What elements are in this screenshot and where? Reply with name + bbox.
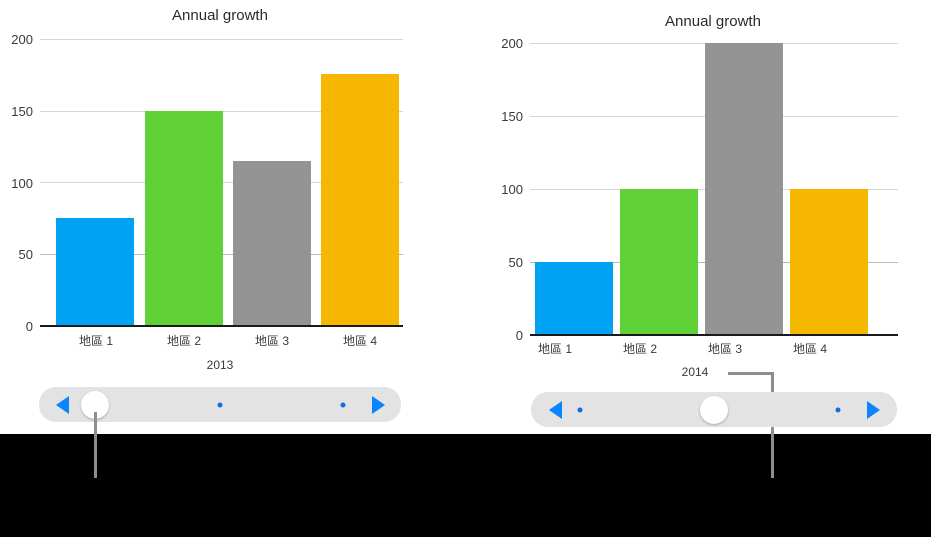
y-tick-label: 50	[508, 255, 523, 270]
lower-black-band	[0, 434, 931, 537]
x-axis-line-right	[530, 334, 898, 336]
chart-panel-2014: Annual growth 200 150 100 50 0 地區 1 地區 2…	[480, 0, 931, 478]
series-label-2013: 2013	[206, 358, 234, 372]
x-axis-label-region-3: 地區 3	[254, 334, 289, 348]
next-arrow-icon[interactable]	[372, 395, 385, 414]
y-tick-label: 150	[11, 104, 33, 119]
slider-step-dot[interactable]	[340, 402, 346, 407]
bar-region-2[interactable]	[145, 110, 223, 326]
series-slider-right[interactable]	[531, 392, 897, 427]
bar-region-4[interactable]	[321, 73, 399, 326]
x-axis-label-region-1: 地區 1	[78, 334, 113, 348]
x-axis-label-region-2: 地區 2	[166, 334, 201, 348]
previous-arrow-icon[interactable]	[549, 400, 562, 419]
x-axis-line-left	[40, 325, 403, 327]
y-tick-label: 100	[501, 182, 523, 197]
slider-step-dot[interactable]	[577, 407, 583, 412]
y-tick-label: 200	[11, 32, 33, 47]
callout-line-right-horizontal	[728, 372, 774, 375]
chart-title-right: Annual growth	[665, 13, 761, 30]
previous-arrow-icon[interactable]	[56, 395, 69, 414]
plot-area-left	[48, 39, 403, 326]
bar-region-3[interactable]	[233, 161, 311, 326]
y-tick-label: 50	[18, 247, 33, 262]
x-axis-label-region-4: 地區 4	[792, 342, 827, 356]
bar-region-1[interactable]	[56, 218, 134, 326]
series-label-2014: 2014	[681, 365, 709, 379]
bar-region-2[interactable]	[620, 189, 698, 335]
slider-step-dot[interactable]	[217, 402, 223, 407]
bar-region-1[interactable]	[535, 262, 613, 335]
x-axis-label-region-4: 地區 4	[342, 334, 377, 348]
callout-line-left-lower	[94, 434, 97, 478]
y-tick-label: 100	[11, 176, 33, 191]
screenshot-stage: Annual growth 200 150 100 50 0 地區 1 地區 2…	[0, 0, 931, 537]
callout-line-right-lower	[771, 434, 774, 478]
next-arrow-icon[interactable]	[867, 400, 880, 419]
bar-region-3[interactable]	[705, 43, 783, 335]
y-tick-label: 150	[501, 109, 523, 124]
slider-step-dot[interactable]	[835, 407, 841, 412]
y-tick-label: 0	[25, 319, 33, 334]
plot-area-right	[533, 43, 895, 335]
slider-knob[interactable]	[700, 395, 728, 424]
chart-panel-2013: Annual growth 200 150 100 50 0 地區 1 地區 2…	[0, 0, 440, 478]
y-tick-label: 200	[501, 36, 523, 51]
chart-title-left: Annual growth	[172, 7, 268, 24]
bar-region-4[interactable]	[790, 189, 868, 335]
